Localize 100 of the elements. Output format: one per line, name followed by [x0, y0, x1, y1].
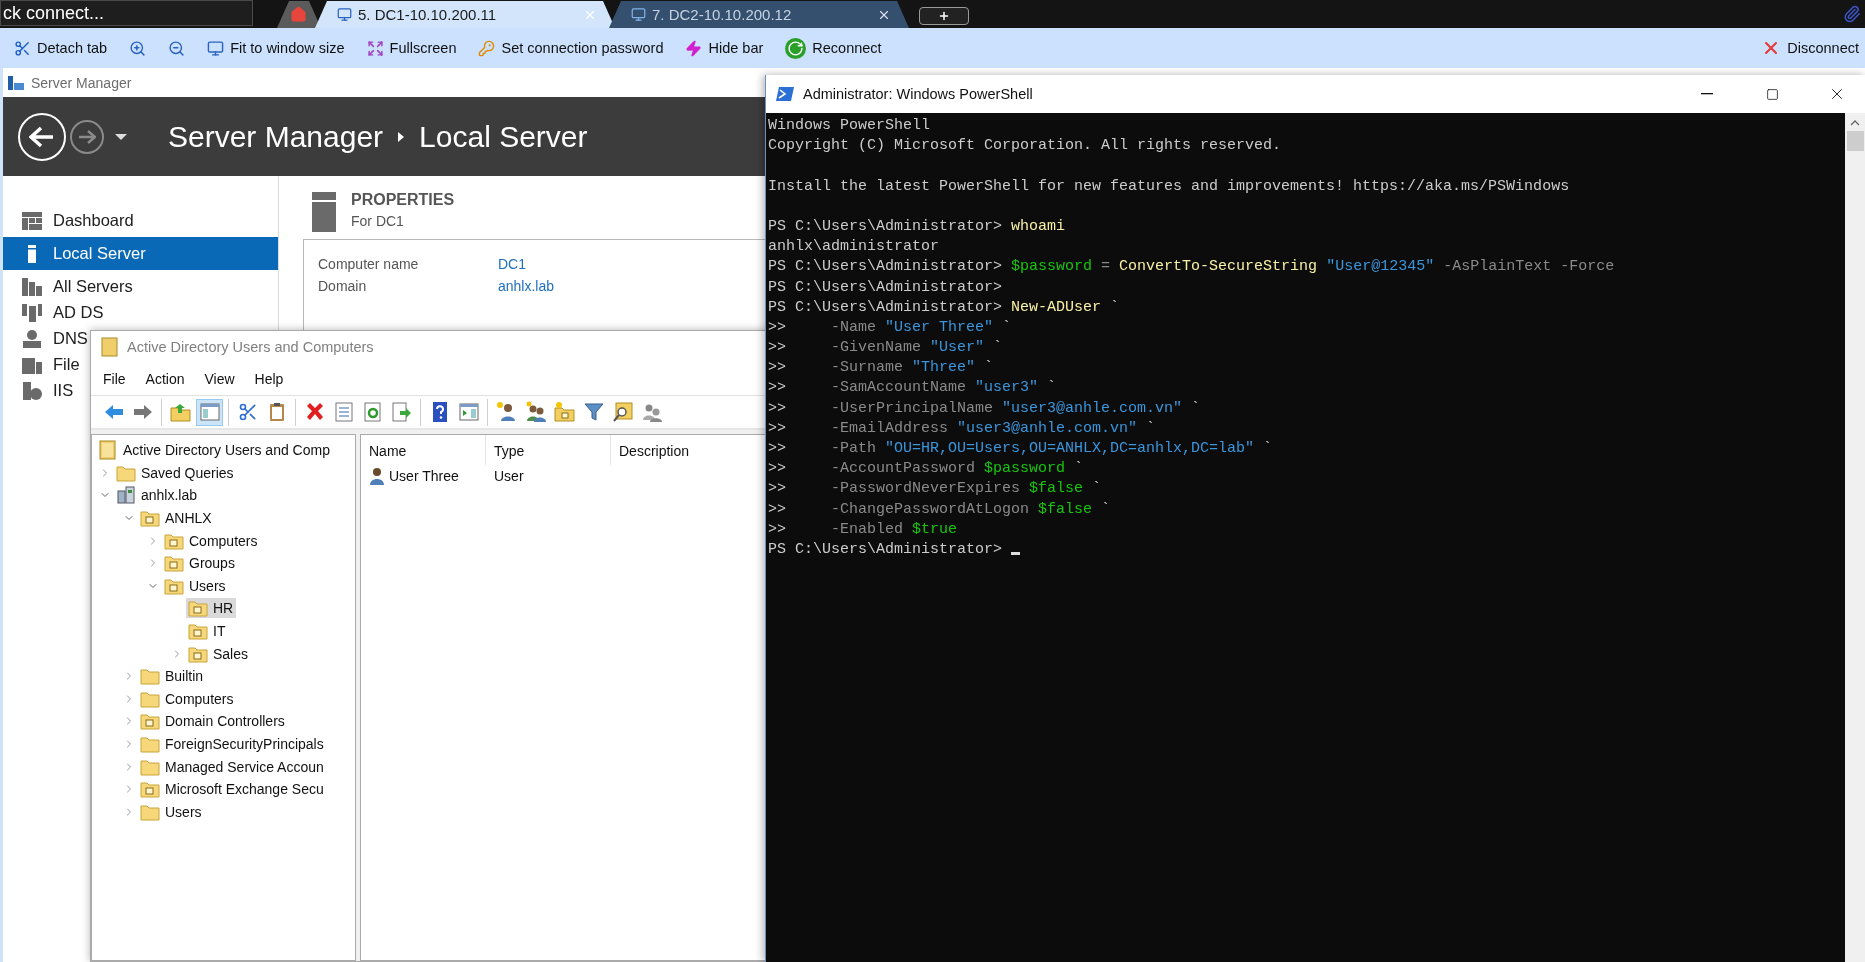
property-link[interactable]: anhlx.lab: [498, 278, 555, 294]
tree-item[interactable]: Computers: [138, 688, 237, 709]
toolbar-button[interactable]: Fullscreen: [366, 39, 457, 57]
domain-icon: [116, 485, 136, 506]
new-tab-button[interactable]: [919, 7, 969, 25]
nav-item[interactable]: Dashboard: [3, 211, 134, 230]
scissors-icon: [237, 402, 258, 422]
console-line: >> -PasswordNeverExpires $false `: [768, 479, 1103, 500]
console-line: Install the latest PowerShell for new features and improvements! https://aka.ms/PSWindows: [768, 176, 1571, 197]
tree-item[interactable]: IT: [186, 621, 229, 642]
grid-icon: [21, 210, 43, 231]
property-link[interactable]: DC1: [498, 256, 526, 272]
quick-connect-field[interactable]: ck connect...: [0, 0, 253, 26]
toolbar-button[interactable]: Set connection password: [478, 39, 664, 57]
tree-item[interactable]: ANHLX: [138, 508, 215, 529]
lightning-icon: [685, 39, 703, 57]
nav-item[interactable]: All Servers: [3, 277, 133, 296]
tree-item[interactable]: Groups: [162, 553, 238, 574]
console-line: >> -SamAccountName "user3" `: [768, 378, 1058, 399]
back-button[interactable]: [18, 112, 66, 161]
tree-item[interactable]: Users: [138, 801, 205, 822]
tree-item[interactable]: Computers: [162, 530, 261, 551]
ou-folder-icon: [164, 576, 184, 595]
breadcrumb-item[interactable]: Server Manager: [168, 119, 384, 154]
menu-item[interactable]: View: [204, 371, 235, 387]
scroll-up-icon[interactable]: [1850, 119, 1860, 127]
ou-folder-icon: [164, 554, 184, 573]
tree-item[interactable]: Managed Service Accoun: [138, 756, 327, 777]
scissors-icon: [14, 39, 31, 57]
nav-item[interactable]: DNS: [3, 329, 88, 348]
console-line: anhlx\administrator: [768, 237, 941, 258]
dropdown-caret-icon[interactable]: [114, 132, 128, 141]
server-manager-icon: [7, 74, 25, 91]
monitor-icon: [207, 39, 225, 57]
nav-item[interactable]: AD DS: [3, 303, 104, 322]
console-line: >> -Surname "Three" `: [768, 358, 995, 379]
tree-item[interactable]: anhlx.lab: [114, 484, 201, 507]
new-user-icon: [495, 401, 518, 423]
monitor-icon: [631, 7, 646, 22]
scrollbar-thumb[interactable]: [1846, 131, 1864, 151]
tree-item[interactable]: HR: [186, 598, 237, 619]
column-header[interactable]: Description: [611, 435, 696, 465]
menu-item[interactable]: Help: [254, 371, 284, 387]
table-cell: User Three: [361, 467, 486, 485]
tree-item[interactable]: Microsoft Exchange Secu: [138, 779, 327, 800]
toolbar-button[interactable]: Hide bar: [685, 39, 764, 57]
console-line: >> -AccountPassword $password `: [768, 459, 1085, 480]
nav-item[interactable]: IIS: [3, 381, 74, 400]
zoom-in-button[interactable]: [129, 39, 147, 57]
section-title: PROPERTIES: [351, 191, 455, 209]
folder-up-icon: [169, 401, 192, 423]
export-icon: [390, 401, 413, 423]
back-arrow-icon: [29, 125, 55, 148]
session-tab[interactable]: 7. DC2-10.10.200.12: [609, 1, 909, 28]
property-label: Computer name: [318, 256, 420, 272]
tree-item[interactable]: Sales: [186, 643, 252, 664]
servers-icon: [21, 276, 43, 297]
ou-folder-icon: [140, 509, 160, 528]
column-header[interactable]: Name: [361, 435, 486, 465]
disconnect-button[interactable]: Disconnect: [1761, 38, 1859, 58]
scrollbar[interactable]: [1845, 113, 1865, 962]
monitor-icon: [337, 7, 352, 22]
tree-item[interactable]: Saved Queries: [114, 462, 237, 483]
console-tree-icon: [198, 401, 221, 423]
tree-item[interactable]: Users: [162, 575, 229, 596]
ou-folder-icon: [140, 780, 160, 799]
maximize-icon: [1765, 87, 1779, 101]
window-title: Server Manager: [31, 74, 132, 91]
refresh-icon: [361, 401, 384, 423]
forward-button[interactable]: [70, 119, 104, 154]
console-line: PS C:\Users\Administrator> $password = ConvertTo-SecureString "User@12345" -AsPlainText -Force: [768, 257, 1616, 278]
tree-item[interactable]: Domain Controllers: [138, 711, 288, 732]
tree-item[interactable]: Active Directory Users and Comp: [96, 439, 333, 462]
column-header[interactable]: Type: [486, 435, 611, 465]
section-subtitle: For DC1: [351, 213, 405, 229]
nav-item[interactable]: File: [3, 355, 80, 374]
nav-item[interactable]: Local Server: [3, 237, 278, 270]
console-line: >> -Path "OU=HR,OU=Users,OU=ANHLX,DC=anhlx,DC=lab" `: [768, 439, 1274, 459]
console-line: >> -GivenName "User" `: [768, 338, 1004, 359]
folder-icon: [116, 463, 136, 482]
breadcrumb-item[interactable]: Local Server: [419, 119, 588, 154]
paperclip-icon[interactable]: [1843, 5, 1861, 23]
plus-icon: [938, 10, 950, 22]
tree-item[interactable]: Builtin: [138, 666, 207, 687]
action-pane-icon: [457, 401, 480, 423]
ou-folder-icon: [164, 531, 184, 550]
zoom-out-button[interactable]: [168, 39, 186, 57]
tree-item[interactable]: ForeignSecurityPrincipals: [138, 734, 327, 754]
book-icon: [101, 337, 119, 357]
console-line: >> -ChangePasswordAtLogon $false `: [768, 499, 1112, 520]
zoom-out-icon: [168, 39, 186, 57]
console-line: >> -UserPrincipalName "user3@anhle.com.vn" `: [768, 398, 1202, 419]
menu-item[interactable]: File: [103, 371, 126, 387]
menu-item[interactable]: Action: [145, 371, 185, 387]
new-ou-icon: [553, 401, 576, 423]
toolbar-button[interactable]: Fit to window size: [207, 39, 345, 57]
toolbar-button[interactable]: Reconnect: [785, 37, 882, 59]
toolbar-button[interactable]: Detach tab: [14, 39, 108, 57]
book-icon: [98, 440, 118, 461]
ou-folder-icon: [140, 712, 160, 731]
